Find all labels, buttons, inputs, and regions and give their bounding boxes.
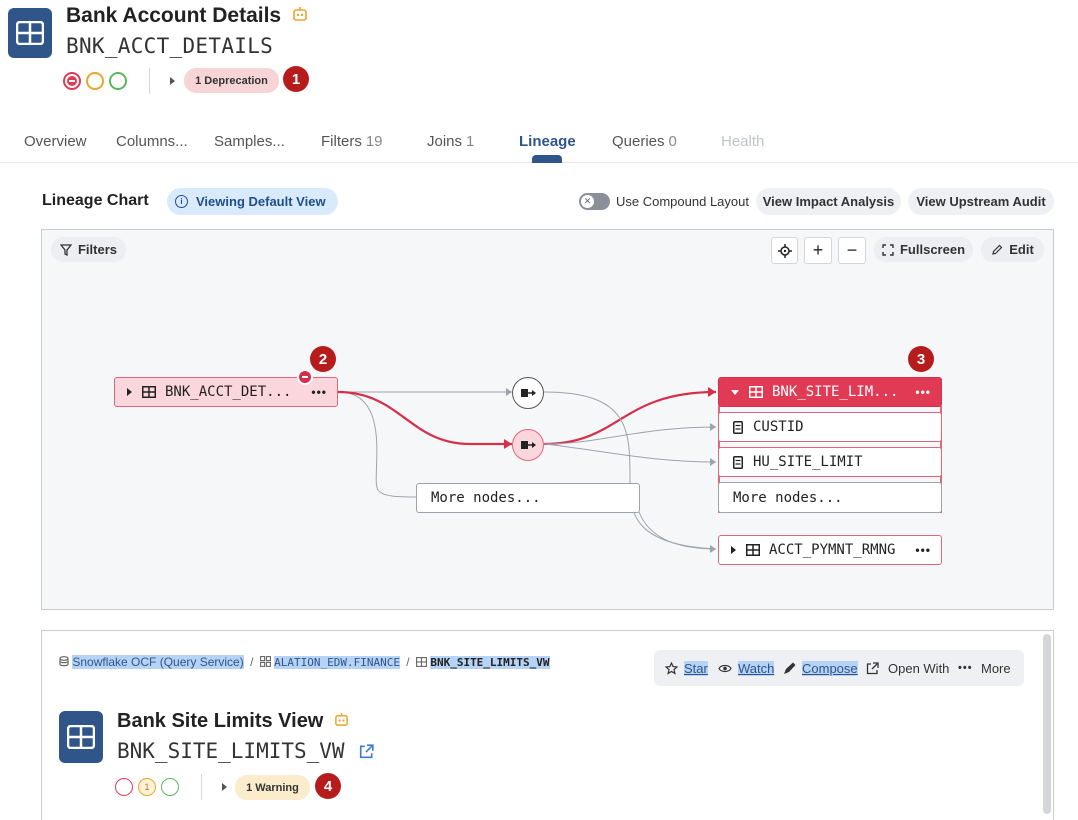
database-icon xyxy=(59,656,69,667)
expand-caret-icon[interactable] xyxy=(222,783,227,791)
watch-button[interactable]: Watch xyxy=(738,661,775,676)
breadcrumb-table[interactable]: BNK_SITE_LIMITS_VW xyxy=(430,656,550,669)
compose-pen-icon[interactable] xyxy=(783,662,796,675)
eye-icon[interactable] xyxy=(718,663,732,674)
table-icon xyxy=(746,544,760,556)
callout-badge-2: 2 xyxy=(310,346,336,372)
more-icon[interactable]: ••• xyxy=(915,385,931,399)
warning-pill[interactable]: 1 Warning xyxy=(235,775,310,800)
robot-icon xyxy=(334,710,349,733)
more-nodes-button[interactable]: More nodes... xyxy=(416,483,640,513)
process-node-icon[interactable] xyxy=(512,429,544,461)
ok-status-icon[interactable] xyxy=(161,778,179,796)
warning-status-icon[interactable]: 1 xyxy=(138,778,156,796)
expand-caret-icon[interactable] xyxy=(127,388,132,396)
preview-title: Bank Site Limits View xyxy=(117,710,349,733)
table-icon xyxy=(415,657,427,667)
star-icon[interactable] xyxy=(665,662,678,675)
lineage-node-target[interactable]: BNK_SITE_LIM... ••• xyxy=(718,377,942,407)
open-with-button[interactable]: Open With xyxy=(888,661,949,676)
breadcrumb-datasource[interactable]: Snowflake OCF (Query Service) xyxy=(72,655,244,669)
star-button[interactable]: Star xyxy=(684,661,708,676)
expand-caret-icon[interactable] xyxy=(731,546,736,554)
callout-badge-4: 4 xyxy=(315,773,341,799)
breadcrumb: Snowflake OCF (Query Service) / ALATION_… xyxy=(59,655,550,669)
deprecated-status-icon[interactable] xyxy=(115,778,133,796)
process-node-icon[interactable] xyxy=(512,377,544,409)
panel-scrollbar[interactable] xyxy=(1043,634,1051,814)
schema-icon xyxy=(259,656,271,667)
lineage-node-acct-pymnt[interactable]: ACCT_PYMNT_RMNG ••• xyxy=(718,535,942,565)
table-icon xyxy=(59,711,103,763)
breadcrumb-schema[interactable]: ALATION_EDW.FINANCE xyxy=(274,656,400,669)
deprecated-icon xyxy=(297,369,313,385)
callout-badge-3: 3 xyxy=(908,346,934,372)
divider xyxy=(201,774,202,800)
compose-button[interactable]: Compose xyxy=(802,661,858,676)
preview-subtitle: BNK_SITE_LIMITS_VW xyxy=(117,739,374,763)
more-icon[interactable]: ••• xyxy=(958,662,973,674)
table-icon xyxy=(142,386,156,398)
collapse-caret-icon[interactable] xyxy=(731,389,739,395)
column-node-hu-site-limit[interactable]: HU_SITE_LIMIT xyxy=(718,447,942,477)
more-icon[interactable]: ••• xyxy=(311,385,327,399)
column-node-custid[interactable]: CUSTID xyxy=(718,412,942,442)
more-button[interactable]: More xyxy=(981,661,1011,676)
more-nodes-button[interactable]: More nodes... xyxy=(718,482,942,513)
column-icon xyxy=(733,455,743,469)
column-icon xyxy=(733,420,743,434)
more-icon[interactable]: ••• xyxy=(915,543,931,557)
external-link-icon[interactable] xyxy=(359,744,374,759)
external-link-icon[interactable] xyxy=(866,662,879,675)
table-icon xyxy=(749,386,763,398)
